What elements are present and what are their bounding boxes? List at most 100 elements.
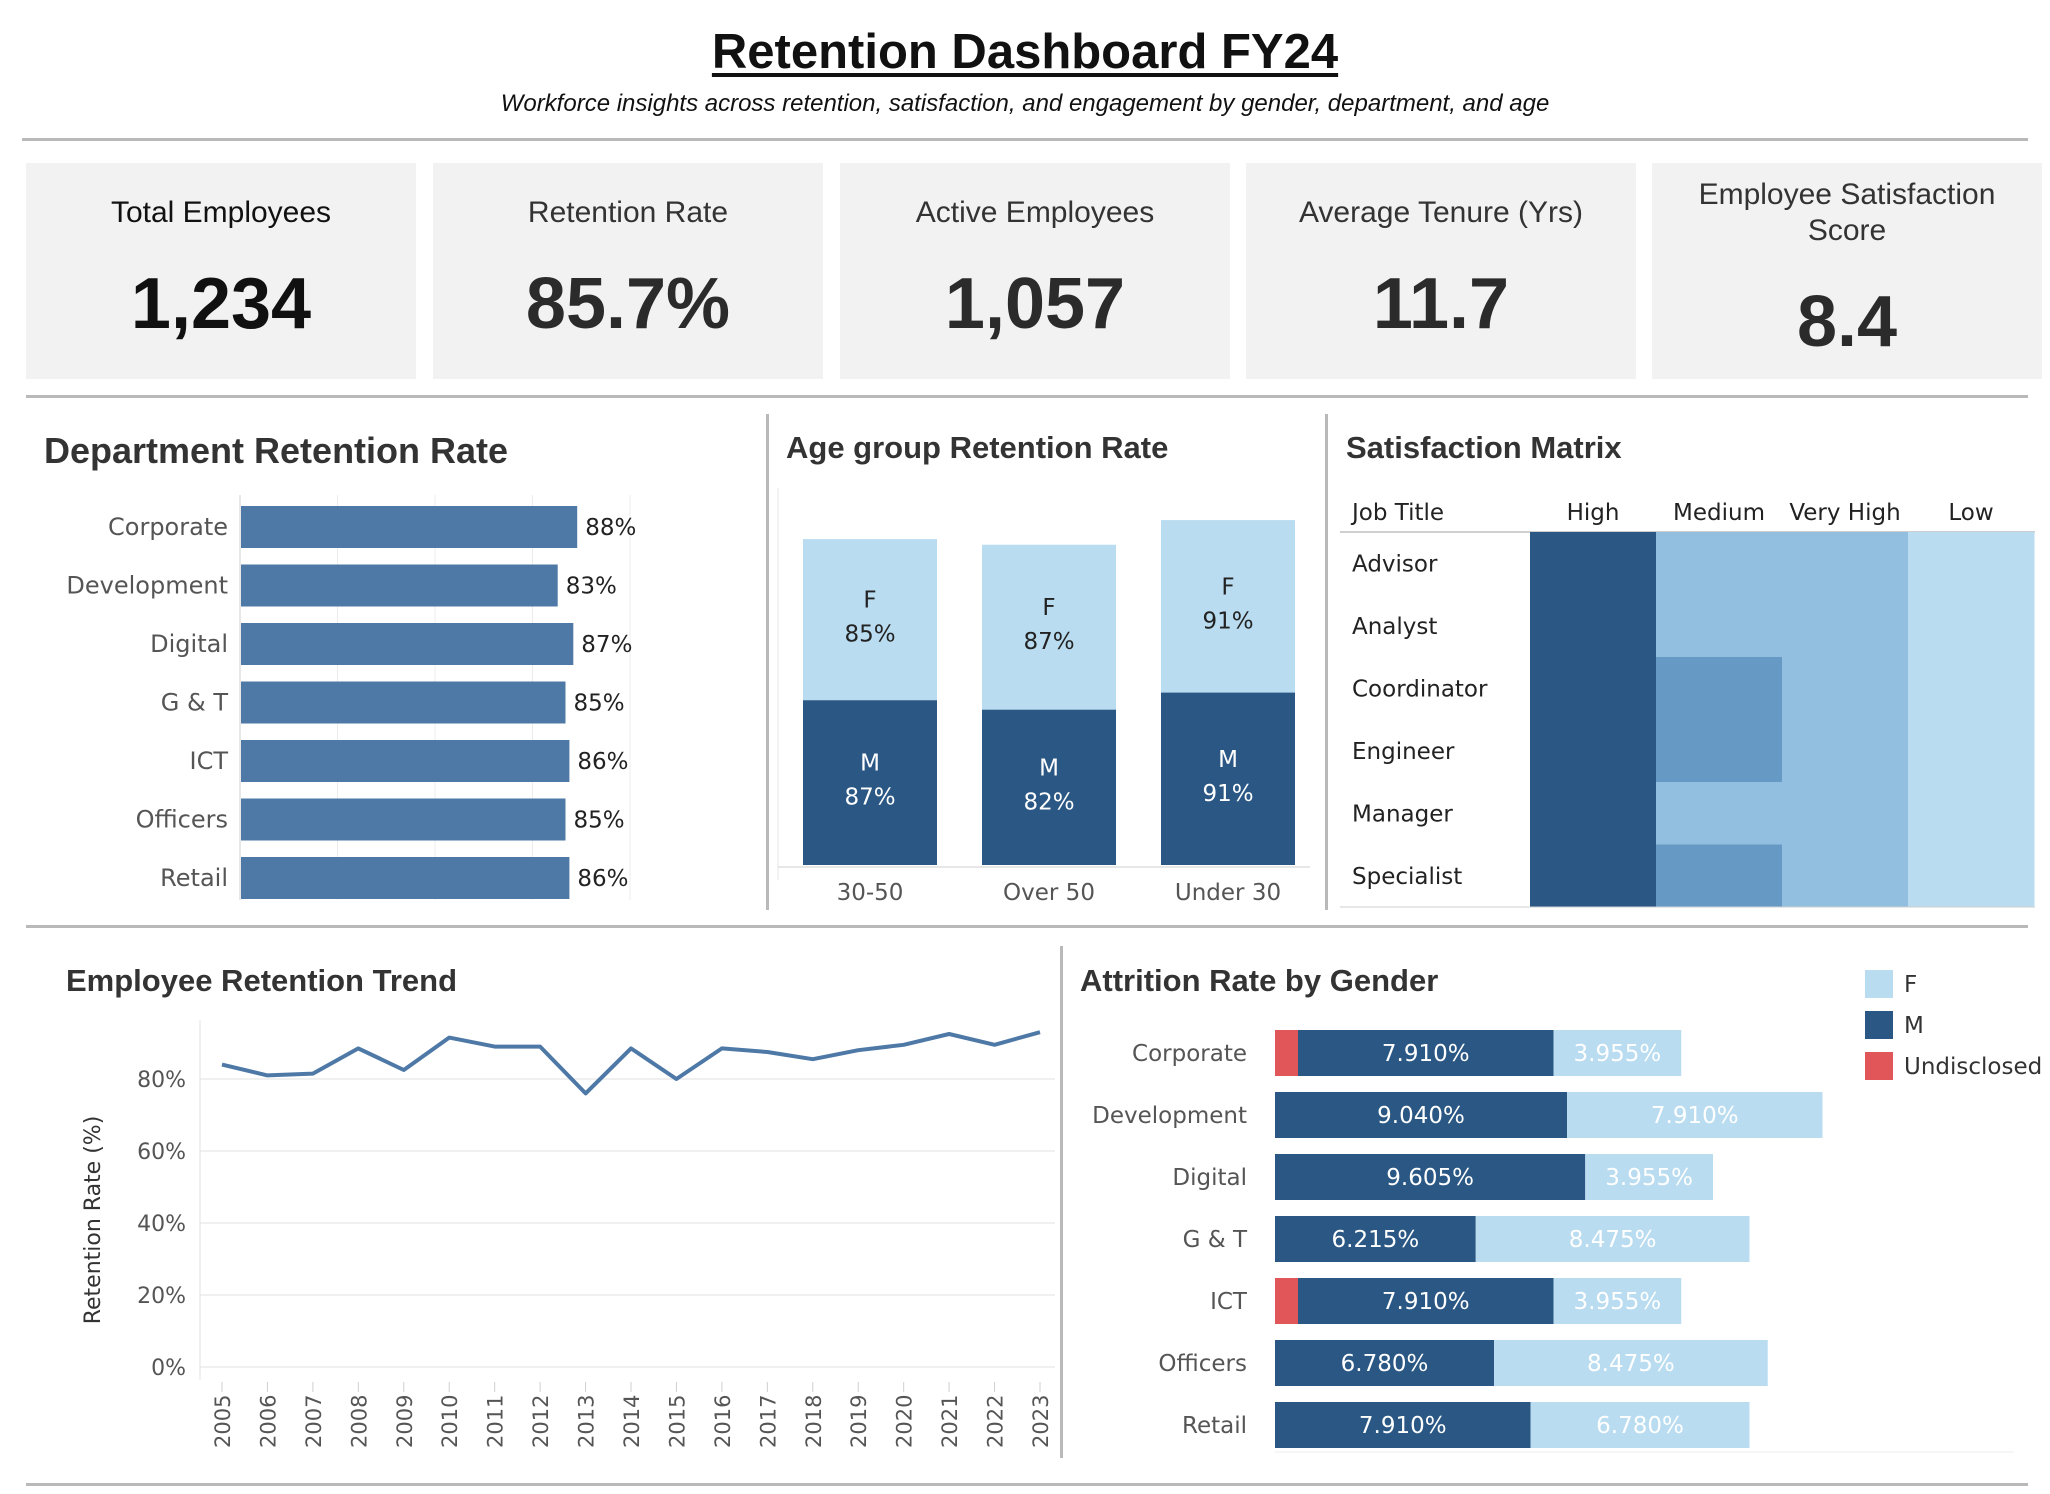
matrix-cell — [1656, 657, 1783, 720]
divider-mid-2 — [1325, 414, 1328, 910]
matrix-cell — [1782, 594, 1909, 658]
matrix-cell — [1782, 844, 1909, 908]
series-label: F — [863, 588, 876, 614]
kpi-active-employees: Active Employees 1,057 — [840, 163, 1230, 379]
column-header: Low — [1948, 500, 1993, 526]
x-tick-label: 2006 — [256, 1395, 280, 1448]
column-header: High — [1567, 500, 1620, 526]
data-label: 3.955% — [1574, 1041, 1662, 1067]
matrix-cell — [1530, 594, 1657, 658]
series-label: M — [860, 751, 880, 777]
row-label: Specialist — [1352, 864, 1462, 890]
category-label: Officers — [1158, 1351, 1247, 1377]
category-label: 30-50 — [837, 880, 904, 906]
matrix-cell — [1908, 719, 2035, 783]
category-label: Corporate — [108, 513, 228, 541]
age-retention-chart: M 87% F 85% 30-50 M 82% F 87% Over 50 M 91% F 91% Unde… — [777, 488, 1310, 906]
kpi-value: 8.4 — [1796, 282, 1898, 362]
category-label: Retail — [160, 864, 228, 892]
row-label: Analyst — [1352, 614, 1437, 640]
x-tick-label: 2005 — [211, 1395, 235, 1448]
data-label: 88% — [585, 515, 636, 541]
x-tick-label: 2015 — [665, 1395, 689, 1448]
bar-segment-m — [982, 709, 1116, 865]
category-label: Corporate — [1132, 1041, 1247, 1067]
matrix-cell — [1656, 844, 1783, 908]
row-label: Advisor — [1352, 551, 1438, 577]
matrix-cell — [1656, 532, 1783, 595]
matrix-cell — [1530, 844, 1657, 908]
y-tick-label: 60% — [137, 1140, 186, 1165]
x-tick-label: 2008 — [347, 1395, 371, 1448]
kpi-total-employees: Total Employees 1,234 — [26, 163, 416, 379]
legend-label: M — [1904, 1013, 1924, 1039]
matrix-cell — [1656, 719, 1783, 783]
data-label: 86% — [577, 749, 628, 775]
divider-top — [22, 138, 2028, 141]
x-tick-label: 2020 — [893, 1395, 917, 1448]
kpi-label: Average Tenure (Yrs) — [1298, 196, 1584, 229]
matrix-cell — [1656, 594, 1783, 658]
x-tick-label: 2021 — [938, 1395, 962, 1448]
series-label: M — [1039, 755, 1059, 781]
y-tick-label: 20% — [137, 1284, 186, 1309]
legend-swatch — [1865, 1052, 1893, 1080]
category-label: Development — [66, 572, 228, 600]
data-label: 8.475% — [1569, 1227, 1657, 1253]
trend-chart-title: Employee Retention Trend — [66, 963, 458, 998]
kpi-average-tenure: Average Tenure (Yrs) 11.7 — [1246, 163, 1636, 379]
data-label: 3.955% — [1574, 1289, 1662, 1315]
divider-kpi — [26, 395, 2028, 398]
column-header-job-title: Job Title — [1350, 500, 1444, 526]
data-label: 87% — [581, 632, 632, 658]
matrix-cell — [1782, 657, 1909, 720]
matrix-cell — [1908, 532, 2035, 595]
row-label: Engineer — [1352, 739, 1455, 765]
matrix-cell — [1908, 844, 2035, 908]
matrix-cell — [1782, 782, 1909, 845]
x-tick-label: 2019 — [847, 1395, 871, 1448]
data-label: 91% — [1202, 781, 1253, 807]
data-label: 82% — [1023, 789, 1074, 815]
x-tick-label: 2017 — [756, 1395, 780, 1448]
kpi-label: Active Employees — [915, 196, 1155, 229]
trend-line — [221, 1030, 1041, 1096]
bar-segment-f — [1161, 520, 1295, 693]
y-tick-label: 40% — [137, 1212, 186, 1237]
bar-segment-f — [982, 544, 1116, 710]
data-label: 6.780% — [1341, 1351, 1429, 1377]
category-label: ICT — [1210, 1289, 1248, 1315]
x-tick-label: 2016 — [711, 1395, 735, 1448]
x-tick-label: 2009 — [393, 1395, 417, 1448]
matrix-title: Satisfaction Matrix — [1346, 430, 1622, 465]
matrix-cell — [1782, 719, 1909, 783]
x-tick-label: 2022 — [984, 1395, 1008, 1448]
bar-segment-f — [803, 539, 937, 701]
matrix-cell — [1530, 719, 1657, 783]
matrix-cell — [1908, 782, 2035, 845]
data-label: 86% — [577, 866, 628, 892]
bar-segment-undisclosed — [1275, 1278, 1298, 1324]
matrix-cell — [1782, 532, 1909, 595]
category-label: G & T — [161, 689, 229, 717]
kpi-label: Employee Satisfaction Score — [1698, 178, 1996, 247]
bar — [241, 623, 574, 665]
category-label: Under 30 — [1175, 880, 1281, 906]
x-tick-label: 2011 — [484, 1395, 508, 1448]
age-chart-title: Age group Retention Rate — [786, 430, 1169, 465]
data-label: 83% — [566, 574, 617, 600]
kpi-value: 1,234 — [130, 264, 312, 344]
category-label: Digital — [1172, 1165, 1247, 1191]
dept-chart-title: Department Retention Rate — [44, 430, 509, 471]
dashboard-header: Retention Dashboard FY24 Workforce insig… — [0, 22, 2050, 118]
legend-swatch — [1865, 1011, 1893, 1039]
bar — [241, 857, 570, 899]
data-label: 7.910% — [1382, 1289, 1470, 1315]
legend-swatch — [1865, 970, 1893, 998]
y-axis-label: Retention Rate (%) — [81, 1116, 106, 1325]
matrix-cell — [1656, 782, 1783, 845]
data-label: 87% — [1023, 629, 1074, 655]
bar — [241, 681, 566, 724]
bar-segment-m — [1161, 692, 1295, 865]
bar — [241, 506, 578, 548]
